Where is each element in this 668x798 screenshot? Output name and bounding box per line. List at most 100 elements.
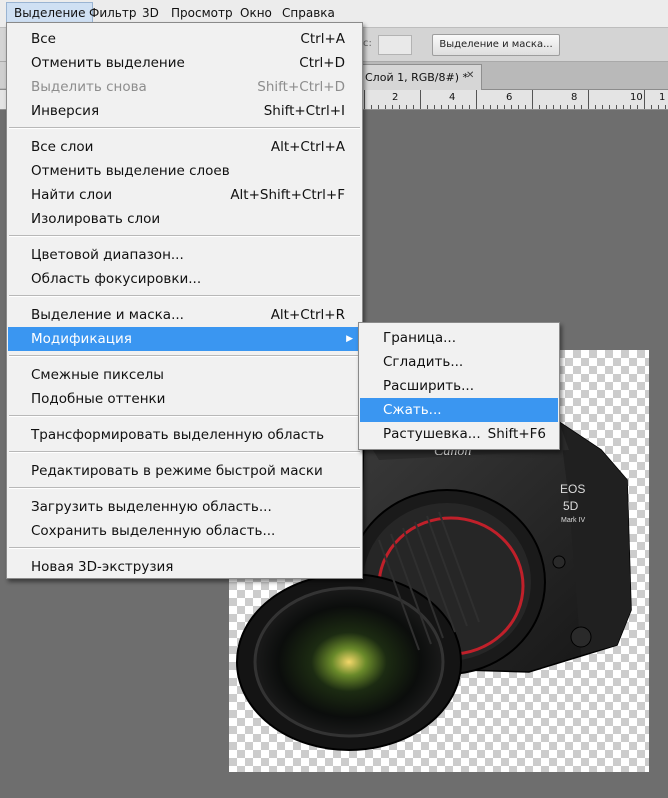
menu-item-deselect[interactable]: Отменить выделение Ctrl+D <box>8 51 361 75</box>
menu-item-grow[interactable]: Смежные пикселы <box>8 363 361 387</box>
ruler-tick <box>574 105 575 109</box>
ruler-tick <box>364 90 365 109</box>
ruler-tick <box>385 105 386 109</box>
menu-item-shortcut: Shift+Ctrl+D <box>257 79 345 95</box>
menu-item-save-selection[interactable]: Сохранить выделенную область... <box>8 519 361 543</box>
menu-item-isolate-layers[interactable]: Изолировать слои <box>8 207 361 231</box>
menu-item-label: Найти слои <box>31 187 113 203</box>
menu-item-shortcut: Shift+Ctrl+I <box>263 103 345 119</box>
ruler-tick <box>378 105 379 109</box>
menu-item-label: Все слои <box>31 139 94 155</box>
menu-item-focus-area[interactable]: Область фокусировки... <box>8 267 361 291</box>
submenu-item-expand[interactable]: Расширить... <box>360 374 558 398</box>
ruler-tick <box>427 105 428 109</box>
ruler-tick <box>658 105 659 109</box>
menu-item-shortcut: Alt+Shift+Ctrl+F <box>230 187 345 203</box>
ruler-tick <box>539 105 540 109</box>
submenu-item-shortcut: Shift+F6 <box>487 426 546 442</box>
submenu-item-label: Расширить... <box>383 378 474 394</box>
menu-item-deselect-layers[interactable]: Отменить выделение слоев <box>8 159 361 183</box>
ruler-number: 10 <box>630 92 643 103</box>
menu-separator <box>9 235 360 237</box>
menu-item-label: Все <box>31 31 56 47</box>
ruler-tick <box>560 105 561 109</box>
menu-separator <box>9 451 360 453</box>
menu-separator <box>9 355 360 357</box>
menu-item-all-layers[interactable]: Все слои Alt+Ctrl+A <box>8 135 361 159</box>
menu-item-quick-mask[interactable]: Редактировать в режиме быстрой маски <box>8 459 361 483</box>
menu-item-label: Модификация <box>31 331 132 347</box>
menu-item-color-range[interactable]: Цветовой диапазон... <box>8 243 361 267</box>
ruler-tick <box>392 105 393 109</box>
menu-item-label: Выделение и маска... <box>31 307 184 323</box>
menu-item-modify[interactable]: Модификация ▶ <box>8 327 361 351</box>
menu-item-label: Изолировать слои <box>31 211 161 227</box>
ruler-tick <box>497 105 498 109</box>
submenu-item-label: Граница... <box>383 330 457 346</box>
ruler-tick <box>455 105 456 109</box>
submenu-item-label: Сгладить... <box>383 354 464 370</box>
submenu-item-border[interactable]: Граница... <box>360 326 558 350</box>
ruler-tick <box>602 105 603 109</box>
submenu-item-label: Сжать... <box>383 402 442 418</box>
submenu-item-smooth[interactable]: Сгладить... <box>360 350 558 374</box>
modify-submenu: Граница... Сгладить... Расширить... Сжат… <box>358 322 560 450</box>
ruler-number: 6 <box>506 92 513 103</box>
menu-view[interactable]: Просмотр <box>164 2 240 24</box>
menu-window[interactable]: Окно <box>233 2 279 24</box>
menu-item-label: Сохранить выделенную область... <box>31 523 276 539</box>
submenu-item-feather[interactable]: Растушевка... Shift+F6 <box>360 422 558 446</box>
ruler-tick <box>504 105 505 109</box>
ruler-tick <box>399 105 400 109</box>
ruler-tick <box>637 105 638 109</box>
menu-separator <box>9 127 360 129</box>
document-tab[interactable]: Слой 1, RGB/8#) * ✕ <box>356 64 482 90</box>
ruler-number: 8 <box>571 92 578 103</box>
menu-item-label: Новая 3D-экструзия <box>31 559 174 575</box>
submenu-item-contract[interactable]: Сжать... <box>360 398 558 422</box>
ruler-tick <box>518 105 519 109</box>
ruler-tick <box>609 105 610 109</box>
menu-item-label: Выделить снова <box>31 79 147 95</box>
menu-item-all[interactable]: Все Ctrl+A <box>8 27 361 51</box>
ruler-tick <box>623 105 624 109</box>
camera-model-5d: 5D <box>563 499 579 513</box>
menu-item-shortcut: Ctrl+D <box>299 55 345 71</box>
menu-item-select-and-mask[interactable]: Выделение и маска... Alt+Ctrl+R <box>8 303 361 327</box>
select-menu: Все Ctrl+A Отменить выделение Ctrl+D Выд… <box>6 22 363 579</box>
options-input[interactable] <box>378 35 412 55</box>
menu-item-new-3d-extrusion[interactable]: Новая 3D-экструзия <box>8 555 361 579</box>
menu-help[interactable]: Справка <box>275 2 342 24</box>
menu-item-transform-selection[interactable]: Трансформировать выделенную область <box>8 423 361 447</box>
ruler-tick <box>462 105 463 109</box>
ruler-tick <box>490 105 491 109</box>
ruler-tick <box>413 105 414 109</box>
camera-model-eos: EOS <box>560 482 585 496</box>
menu-item-label: Отменить выделение слоев <box>31 163 230 179</box>
menu-separator <box>9 415 360 417</box>
menu-item-label: Трансформировать выделенную область <box>31 427 325 443</box>
select-and-mask-button[interactable]: Выделение и маска... <box>432 34 560 56</box>
menu-item-similar[interactable]: Подобные оттенки <box>8 387 361 411</box>
menu-item-load-selection[interactable]: Загрузить выделенную область... <box>8 495 361 519</box>
menu-3d[interactable]: 3D <box>135 2 166 24</box>
close-icon[interactable]: ✕ <box>466 70 474 81</box>
ruler-tick <box>665 105 666 109</box>
submenu-item-label: Растушевка... <box>383 426 481 442</box>
ruler-tick <box>567 105 568 109</box>
menu-item-inverse[interactable]: Инверсия Shift+Ctrl+I <box>8 99 361 123</box>
menu-item-find-layers[interactable]: Найти слои Alt+Shift+Ctrl+F <box>8 183 361 207</box>
ruler-tick <box>483 105 484 109</box>
menu-item-label: Смежные пикселы <box>31 367 164 383</box>
ruler-tick <box>476 90 477 109</box>
ruler-tick <box>630 105 631 109</box>
menu-separator <box>9 295 360 297</box>
document-tab-title: Слой 1, RGB/8#) * <box>365 71 469 84</box>
menu-item-label: Подобные оттенки <box>31 391 166 407</box>
ruler-tick <box>511 105 512 109</box>
menu-item-label: Область фокусировки... <box>31 271 202 287</box>
ruler-tick <box>448 105 449 109</box>
ruler-tick <box>651 105 652 109</box>
menu-separator <box>9 487 360 489</box>
menu-item-shortcut: Alt+Ctrl+A <box>270 139 345 155</box>
